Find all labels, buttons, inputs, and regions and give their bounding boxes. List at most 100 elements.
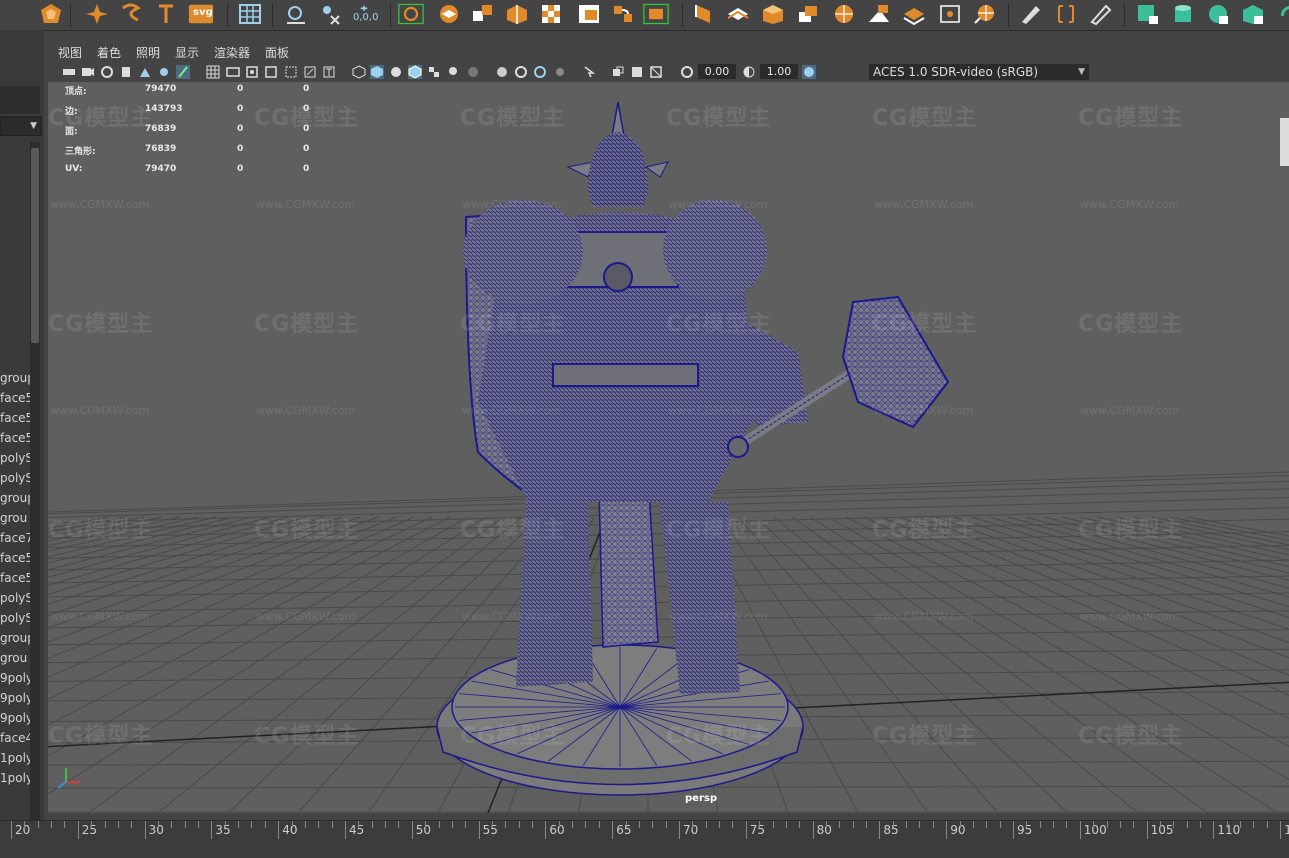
append-icon[interactable] [866,2,892,26]
gamma-field[interactable]: 1.00 [760,64,798,79]
safe-title-icon[interactable] [322,65,336,79]
rotate-icon[interactable] [1274,2,1289,26]
outliner-filter-dropdown[interactable]: ▼ [0,116,42,136]
2d-pan-icon[interactable] [157,65,171,79]
outliner-item[interactable]: 9poly [0,671,30,685]
color-space-dropdown[interactable]: ACES 1.0 SDR-video (sRGB) ▼ [869,64,1089,80]
quad-draw-icon[interactable] [972,2,998,26]
outliner-item[interactable]: face5 [0,551,30,565]
color-management-icon[interactable] [802,65,816,79]
smooth-icon[interactable] [576,2,602,26]
pen-icon[interactable] [1018,2,1044,26]
snap-icon[interactable] [283,2,309,26]
smooth-shade-icon[interactable] [370,65,384,79]
attribute-editor-tab[interactable] [1280,118,1289,166]
shadows-icon[interactable] [466,65,480,79]
anti-aliasing-icon[interactable] [533,65,547,79]
uv-icon[interactable] [1135,2,1161,26]
sparkle-icon[interactable] [84,2,110,26]
outliner-scroll-thumb[interactable] [31,148,39,343]
lasso-select-icon[interactable] [398,2,428,26]
checker-icon[interactable] [539,2,565,26]
bracket-icon[interactable] [1053,2,1079,26]
outliner-item[interactable]: group [0,491,30,505]
svg-button[interactable]: svg [188,2,216,26]
motion-blur-icon[interactable] [514,65,528,79]
3d-viewport[interactable]: 顶点: 79470 0 0 边: 143793 0 0 面: 76839 0 0 三角形: 76839 0 0… [48,82,1289,813]
outliner-item[interactable]: face5 [0,411,30,425]
depth-of-field-icon[interactable] [553,65,567,79]
image-plane-icon[interactable] [138,65,152,79]
outliner-item[interactable]: face55 [0,391,30,405]
exposure-field[interactable]: 0.00 [698,64,736,79]
menu-view[interactable]: 视图 [58,44,82,61]
outliner-item[interactable]: group [0,371,30,385]
polygon-sphere-icon[interactable] [38,2,64,26]
wireframe-shading-icon[interactable] [352,65,366,79]
ambient-occlusion-icon[interactable] [495,65,509,79]
box-uv-icon[interactable] [1240,2,1266,26]
bookmark-camera-icon[interactable] [100,65,114,79]
outliner-item[interactable]: 9poly [0,691,30,705]
text-tool-icon[interactable] [153,2,179,26]
outliner-item[interactable]: face5 [0,571,30,585]
bevel-icon[interactable] [643,2,673,26]
grease-pencil-icon[interactable] [176,65,190,79]
sphere-wire-icon[interactable] [831,2,857,26]
outliner-item[interactable]: face7 [0,531,30,545]
target-weld-icon[interactable] [937,2,963,26]
exposure-icon[interactable] [680,65,694,79]
cylinder-icon[interactable] [1170,2,1196,26]
menu-panels[interactable]: 面板 [265,44,289,61]
curve-icon[interactable] [118,2,144,26]
grid-icon[interactable] [237,2,263,26]
textured-icon[interactable] [427,65,441,79]
camera-select-icon[interactable] [62,65,76,79]
bridge-icon[interactable] [610,2,636,26]
lights-icon[interactable] [446,65,460,79]
gamma-icon[interactable] [742,65,756,79]
scene-canvas[interactable] [48,82,1289,813]
outliner-item[interactable]: face5 [0,431,30,445]
outliner-item[interactable]: polyS [0,451,30,465]
xray-active-icon[interactable] [649,65,663,79]
outliner-item[interactable]: group [0,631,30,645]
outliner-item[interactable]: polyS [0,591,30,605]
edit-icon[interactable] [1088,2,1114,26]
field-chart-icon[interactable] [284,65,298,79]
film-gate-toggle-icon[interactable] [226,65,240,79]
safe-action-icon[interactable] [303,65,317,79]
film-gate-icon[interactable] [119,65,133,79]
outliner-item[interactable]: polyS [0,611,30,625]
outliner-item[interactable]: 9poly [0,711,30,725]
extract-icon[interactable] [504,2,530,26]
outliner-item[interactable]: grou [0,511,30,525]
gate-mask-icon[interactable] [264,65,278,79]
pivot-icon[interactable] [317,2,343,26]
combine-icon[interactable] [470,2,496,26]
grid-toggle-icon[interactable] [206,65,220,79]
merge-icon[interactable] [901,2,927,26]
resolution-gate-icon[interactable] [245,65,259,79]
outliner-item[interactable]: polyS [0,471,30,485]
menu-shading[interactable]: 着色 [97,44,121,61]
insert-edge-icon[interactable] [725,2,751,26]
wireframe-on-shaded-icon[interactable] [408,65,422,79]
default-material-icon[interactable] [389,65,403,79]
camera-attributes-icon[interactable] [81,65,95,79]
menu-renderer[interactable]: 渲染器 [214,44,250,61]
outliner-item[interactable]: 1poly [0,771,30,785]
outliner-item[interactable]: face4 [0,731,30,745]
layer-icon[interactable] [436,2,462,26]
torus-icon[interactable] [1205,2,1231,26]
time-slider[interactable]: 20 25 30 35 40 45 50 55 60 65 70 75 80 85 90 95 100 105 11… [0,820,1289,858]
reset-coords-button[interactable]: 0,0,0 [351,2,383,26]
xray-joints-icon[interactable] [630,65,644,79]
outliner-item[interactable]: grou [0,651,30,665]
menu-show[interactable]: 显示 [175,44,199,61]
extrude-icon[interactable] [795,2,821,26]
xray-icon[interactable] [611,65,625,79]
cube-icon[interactable] [760,2,786,26]
isolate-select-icon[interactable] [582,65,596,79]
menu-lighting[interactable]: 照明 [136,44,160,61]
